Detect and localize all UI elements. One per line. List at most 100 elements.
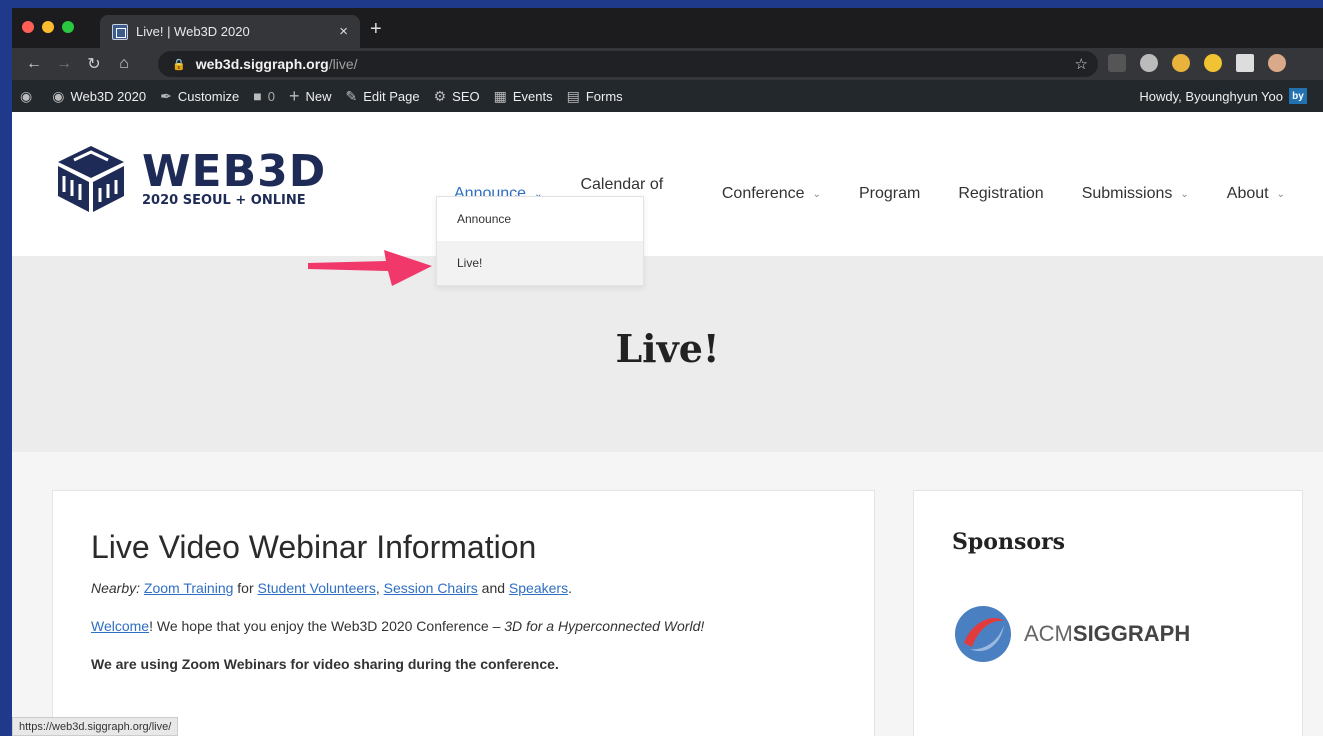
admin-edit-page[interactable]: ✎ Edit Page — [345, 88, 419, 105]
chevron-down-icon: ⌄ — [812, 188, 821, 200]
new-tab-button[interactable]: + — [370, 18, 382, 41]
sponsor-prefix: ACM — [1024, 621, 1073, 646]
window-controls — [22, 21, 74, 33]
sponsors-heading: Sponsors — [952, 529, 1065, 555]
seo-label: SEO — [452, 88, 480, 104]
admin-forms[interactable]: ▤ Forms — [567, 88, 623, 105]
close-window-button[interactable] — [22, 21, 34, 33]
zoom-training-link[interactable]: Zoom Training — [144, 580, 233, 596]
zoom-note-paragraph: We are using Zoom Webinars for video sha… — [91, 656, 836, 672]
check-extension-icon[interactable] — [1204, 54, 1222, 72]
acm-siggraph-logo-icon — [955, 606, 1011, 662]
status-bar-url: https://web3d.siggraph.org/live/ — [12, 717, 179, 736]
color-extension-icon[interactable] — [1172, 54, 1190, 72]
sponsors-widget: Sponsors ACMSIGGRAPH — [913, 490, 1303, 736]
wordpress-logo-icon[interactable]: ◉ — [20, 88, 38, 105]
page-hero: Live! — [12, 256, 1323, 452]
brush-icon: ✒ — [160, 87, 172, 104]
tab-title: Live! | Web3D 2020 — [136, 24, 250, 39]
reload-icon[interactable]: ↻ — [86, 54, 102, 74]
maximize-window-button[interactable] — [62, 21, 74, 33]
nav-program[interactable]: Program — [859, 176, 920, 212]
nav-conference-label: Conference — [721, 185, 805, 202]
comments-count: 0 — [267, 88, 275, 104]
edit-page-label: Edit Page — [363, 88, 420, 104]
pointer-arrow-icon — [308, 250, 432, 286]
nav-about[interactable]: About ⌄ — [1227, 176, 1285, 212]
lock-icon: 🔒 — [172, 58, 186, 71]
nav-about-label: About — [1226, 185, 1269, 202]
minimize-window-button[interactable] — [42, 21, 54, 33]
article-heading: Live Video Webinar Information — [91, 529, 537, 565]
nav-registration-label: Registration — [958, 185, 1044, 202]
events-label: Events — [512, 88, 553, 104]
nearby-paragraph: Nearby: Zoom Training for Student Volunt… — [91, 580, 836, 596]
user-avatar: by — [1289, 88, 1307, 104]
comment-icon: ■ — [253, 88, 262, 104]
logo-text: WEB3D 2020 SEOUL + ONLINE — [142, 145, 327, 208]
admin-events[interactable]: ▦ Events — [494, 88, 553, 105]
seo-gear-icon: ⚙ — [433, 87, 447, 104]
dropdown-item-announce[interactable]: Announce — [437, 197, 643, 241]
forms-label: Forms — [585, 88, 623, 104]
zoom-note-text: We are using Zoom Webinars for video sha… — [91, 656, 559, 672]
admin-seo[interactable]: ⚙ SEO — [434, 88, 480, 105]
forms-icon: ▤ — [566, 87, 580, 104]
announce-dropdown: Announce Live! — [436, 196, 644, 286]
main-article: Live Video Webinar Information Nearby: Z… — [52, 490, 875, 736]
wp-admin-bar: ◉ ◉ Web3D 2020 ✒ Customize ■ 0 + New ✎ Edit P… — [12, 80, 1323, 112]
home-icon[interactable]: ⌂ — [116, 55, 132, 73]
browser-toolbar: ← → ↻ ⌂ 🔒 web3d.siggraph.org /live/ ☆ — [12, 48, 1323, 80]
puzzle-extensions-icon[interactable] — [1236, 54, 1254, 72]
nav-conference[interactable]: Conference ⌄ — [722, 176, 821, 212]
extension-icons — [1108, 54, 1286, 72]
student-volunteers-link[interactable]: Student Volunteers — [258, 580, 376, 596]
admin-comments[interactable]: ■ 0 — [253, 88, 275, 104]
forward-arrow-icon[interactable]: → — [56, 55, 72, 73]
site-header: WEB3D 2020 SEOUL + ONLINE Announce ⌄ Cale… — [12, 112, 1323, 286]
logo-subtitle: 2020 SEOUL + ONLINE — [142, 192, 306, 208]
web3d-logo-icon — [58, 146, 124, 212]
calendar-icon: ▦ — [493, 87, 507, 104]
nearby-label: Nearby: — [91, 580, 141, 596]
session-chairs-link[interactable]: Session Chairs — [384, 580, 478, 596]
sponsor-acm-siggraph[interactable]: ACMSIGGRAPH — [952, 603, 1264, 665]
site-logo[interactable]: WEB3D 2020 SEOUL + ONLINE — [54, 144, 326, 214]
admin-customize[interactable]: ✒ Customize — [160, 88, 239, 105]
comma-text: , — [375, 580, 384, 596]
browser-tab[interactable]: Live! | Web3D 2020 × — [100, 15, 360, 48]
customize-label: Customize — [177, 88, 240, 104]
for-text: for — [233, 580, 258, 596]
page-title: Live! — [615, 325, 720, 371]
and-text: and — [477, 580, 509, 596]
notion-extension-icon[interactable] — [1108, 54, 1126, 72]
bookmark-star-icon[interactable]: ☆ — [1075, 55, 1088, 73]
period-text: . — [568, 580, 572, 596]
speakers-link[interactable]: Speakers — [509, 580, 568, 596]
tab-close-icon[interactable]: × — [339, 23, 348, 40]
admin-account[interactable]: Howdy, Byounghyun Yoo by — [1139, 88, 1307, 104]
profile-avatar-icon[interactable] — [1268, 54, 1286, 72]
welcome-text: ! We hope that you enjoy the Web3D 2020 … — [149, 618, 505, 634]
browser-window: Live! | Web3D 2020 × + ← → ↻ ⌂ 🔒 web3d.s… — [12, 8, 1323, 736]
logo-title: WEB3D — [142, 145, 327, 197]
url-path: /live/ — [328, 56, 358, 72]
record-extension-icon[interactable] — [1140, 54, 1158, 72]
howdy-label: Howdy, Byounghyun Yoo — [1139, 88, 1283, 104]
site-name-label: Web3D 2020 — [70, 88, 147, 104]
tagline-text: 3D for a Hyperconnected World! — [504, 618, 705, 634]
nav-registration[interactable]: Registration — [958, 176, 1043, 212]
dropdown-item-live[interactable]: Live! — [437, 241, 643, 285]
admin-new[interactable]: + New — [289, 86, 332, 107]
chevron-down-icon: ⌄ — [1276, 188, 1285, 200]
welcome-paragraph: Welcome! We hope that you enjoy the Web3… — [91, 618, 836, 634]
admin-site-name[interactable]: ◉ Web3D 2020 — [52, 88, 146, 105]
content-area: Live Video Webinar Information Nearby: Z… — [12, 452, 1323, 736]
sponsor-bold: SIGGRAPH — [1072, 621, 1191, 646]
back-arrow-icon[interactable]: ← — [26, 55, 42, 73]
welcome-link[interactable]: Welcome — [91, 618, 149, 634]
nav-submissions[interactable]: Submissions ⌄ — [1082, 176, 1189, 212]
nav-program-label: Program — [858, 185, 921, 202]
favicon-icon — [112, 23, 128, 40]
address-bar[interactable]: 🔒 web3d.siggraph.org /live/ ☆ — [158, 51, 1098, 77]
